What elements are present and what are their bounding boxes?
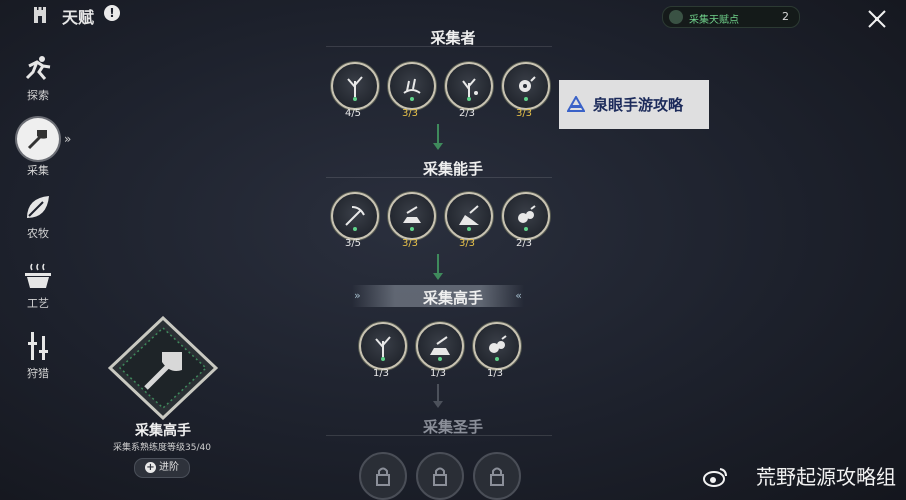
tier-title: 采集者 bbox=[430, 29, 476, 47]
skill-node[interactable] bbox=[331, 192, 379, 240]
watermark-logo-icon bbox=[567, 96, 585, 112]
tier-title: 采集高手 bbox=[422, 289, 483, 307]
locked-skill-node bbox=[473, 452, 521, 500]
sapling-icon bbox=[462, 78, 478, 97]
skill-node[interactable] bbox=[388, 192, 436, 240]
skill-node[interactable] bbox=[416, 322, 464, 370]
tier-divider bbox=[326, 435, 552, 436]
locked-skill-node bbox=[416, 452, 464, 500]
skill-count: 4/5 bbox=[344, 108, 362, 119]
active-dot bbox=[524, 227, 528, 231]
mining-icon bbox=[430, 336, 450, 355]
weibo-icon bbox=[703, 468, 727, 487]
rank-title: 采集高手 bbox=[135, 423, 191, 439]
branch-icon bbox=[375, 336, 391, 357]
berry-icon bbox=[518, 205, 536, 223]
skill-count: 3/3 bbox=[458, 238, 476, 249]
talent-points-count: 2 bbox=[782, 10, 789, 23]
sidebar-item-label: 探索 bbox=[27, 89, 49, 102]
skill-node[interactable] bbox=[388, 62, 436, 110]
flower-icon bbox=[519, 76, 536, 92]
tier-connector bbox=[437, 124, 439, 144]
tier-title: 采集能手 bbox=[422, 160, 483, 178]
runner-icon bbox=[25, 56, 51, 80]
berry-icon bbox=[489, 335, 507, 353]
active-dot bbox=[495, 357, 499, 361]
sidebar-item-explore[interactable]: 探索 bbox=[16, 54, 60, 103]
tier-connector bbox=[437, 254, 439, 274]
skill-count: 1/3 bbox=[486, 368, 504, 379]
skill-node[interactable] bbox=[502, 62, 550, 110]
rank-progress: 采集系熟练度等级35/40 bbox=[113, 443, 211, 453]
herb-icon bbox=[403, 78, 421, 94]
tier-divider bbox=[326, 177, 552, 178]
sidebar-item-label: 狩猎 bbox=[27, 367, 49, 380]
watermark-bottom: 荒野起源攻略组 bbox=[756, 465, 896, 489]
sidebar-item-hunt[interactable]: 狩猎 bbox=[16, 330, 60, 381]
advance-button[interactable]: + 进阶 bbox=[134, 458, 190, 478]
skill-count: 3/3 bbox=[515, 108, 533, 119]
page-title: 天赋 bbox=[62, 8, 95, 27]
rock-icon bbox=[459, 205, 479, 225]
active-dot bbox=[353, 97, 357, 101]
active-indicator bbox=[17, 118, 59, 160]
sidebar-item-label: 农牧 bbox=[27, 227, 49, 240]
tier-divider bbox=[326, 46, 552, 47]
skill-count: 3/3 bbox=[401, 108, 419, 119]
axe-icon bbox=[27, 130, 47, 150]
skill-node[interactable] bbox=[331, 62, 379, 110]
lock-icon bbox=[376, 467, 390, 486]
leaf-icon bbox=[27, 196, 49, 218]
arrow-down-icon bbox=[433, 273, 443, 280]
pickaxe-icon bbox=[345, 206, 365, 226]
skill-count: 1/3 bbox=[429, 368, 447, 379]
plus-icon: + bbox=[145, 462, 156, 473]
arrow-down-icon bbox=[433, 143, 443, 150]
talent-points-label: 采集天赋点 bbox=[689, 15, 739, 26]
active-dot bbox=[467, 227, 471, 231]
skill-node[interactable] bbox=[445, 62, 493, 110]
skill-node[interactable] bbox=[502, 192, 550, 240]
watermark-box: 泉眼手游攻略 bbox=[559, 80, 709, 129]
skill-node[interactable] bbox=[473, 322, 521, 370]
active-dot bbox=[410, 227, 414, 231]
active-dot bbox=[381, 357, 385, 361]
skill-count: 2/3 bbox=[458, 108, 476, 119]
leaf-icon bbox=[669, 10, 683, 24]
active-dot bbox=[524, 97, 528, 101]
tools-icon bbox=[28, 332, 48, 360]
skill-count: 3/3 bbox=[401, 238, 419, 249]
info-icon[interactable]: ! bbox=[104, 5, 120, 21]
active-dot bbox=[410, 97, 414, 101]
mining-icon bbox=[403, 206, 421, 223]
watermark-text: 泉眼手游攻略 bbox=[593, 96, 684, 114]
skill-node[interactable] bbox=[359, 322, 407, 370]
rank-emblem bbox=[108, 316, 218, 420]
chevron-right-icon: » bbox=[64, 132, 72, 146]
arrow-down-icon bbox=[433, 401, 443, 408]
skill-count: 1/3 bbox=[372, 368, 390, 379]
advance-button-label: 进阶 bbox=[159, 462, 179, 473]
locked-skill-node bbox=[359, 452, 407, 500]
sidebar-item-farming[interactable]: 农牧 bbox=[16, 192, 60, 241]
skill-count: 2/3 bbox=[515, 238, 533, 249]
lock-icon bbox=[490, 467, 504, 486]
active-dot bbox=[467, 97, 471, 101]
branch-icon bbox=[347, 76, 363, 97]
skill-count: 3/5 bbox=[344, 238, 362, 249]
talent-points-badge: 采集天赋点 2 bbox=[662, 6, 800, 28]
tier-connector bbox=[437, 384, 439, 402]
lock-icon bbox=[433, 467, 447, 486]
active-dot bbox=[353, 227, 357, 231]
castle-icon bbox=[34, 7, 46, 23]
skill-node[interactable] bbox=[445, 192, 493, 240]
active-dot bbox=[438, 357, 442, 361]
